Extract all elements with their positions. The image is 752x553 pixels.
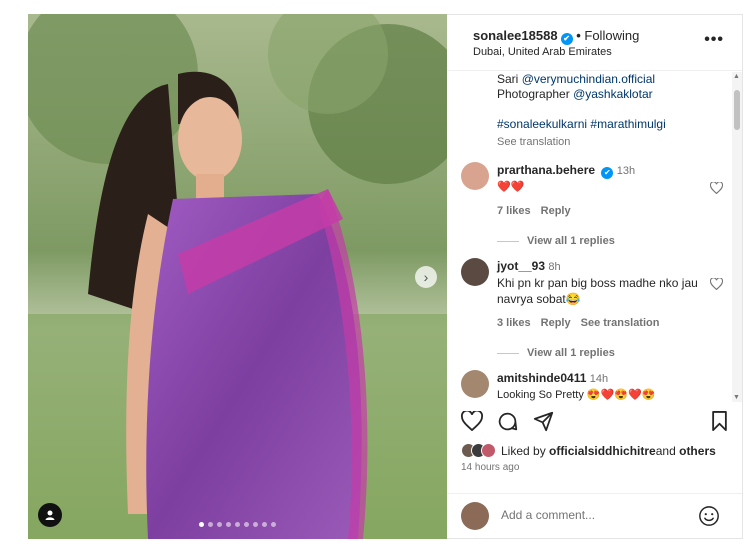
caption-text: Photographer bbox=[497, 87, 574, 101]
post-timestamp[interactable]: 14 hours ago bbox=[461, 462, 519, 473]
comment-username[interactable]: amitshinde0411 bbox=[497, 371, 586, 385]
view-replies-label: View all 1 replies bbox=[527, 235, 615, 247]
emoji-picker-icon[interactable] bbox=[698, 505, 720, 527]
verified-badge-icon: ✔ bbox=[560, 33, 573, 45]
comment-avatar[interactable] bbox=[461, 162, 489, 190]
liked-by-user-link[interactable]: officialsiddhichitre bbox=[549, 444, 656, 458]
comments-scrollbar[interactable]: ▲ ▼ bbox=[732, 72, 742, 402]
liked-by-avatars[interactable] bbox=[461, 443, 496, 458]
comment-item: jyot__93 8h Khi pn kr pan big boss madhe… bbox=[461, 258, 723, 359]
header-separator: • bbox=[576, 28, 581, 43]
comments-list: Sari @verymuchindian.official Photograph… bbox=[447, 72, 742, 402]
current-user-avatar bbox=[461, 502, 489, 530]
liked-by-text: Liked by bbox=[501, 443, 546, 458]
liked-by-others-link[interactable]: others bbox=[679, 444, 716, 458]
like-heart-icon[interactable] bbox=[461, 411, 483, 431]
caption-mention-link[interactable]: @verymuchindian.official bbox=[522, 72, 655, 86]
post-header: sonalee18588 ✔ • Following Dubai, United … bbox=[447, 15, 742, 71]
post-actions bbox=[461, 411, 728, 437]
comment-text: Looking So Pretty 😍❤️😍❤️😍 bbox=[497, 389, 656, 401]
share-send-icon[interactable] bbox=[533, 411, 554, 432]
comment-item: prarthana.behere ✔ 13h ❤️❤️ 7 likes Reply… bbox=[461, 162, 723, 247]
comment-time[interactable]: 14h bbox=[590, 373, 608, 385]
carousel-dot bbox=[235, 522, 240, 527]
carousel-dot bbox=[208, 522, 213, 527]
comment-time[interactable]: 8h bbox=[548, 261, 560, 273]
comment-see-translation[interactable]: See translation bbox=[581, 317, 660, 329]
next-image-button[interactable]: › bbox=[415, 266, 437, 288]
comment-text: Khi pn kr pan big boss madhe nko jau nav… bbox=[497, 276, 698, 306]
comment-likes[interactable]: 7 likes bbox=[497, 205, 531, 217]
carousel-dot bbox=[199, 522, 204, 527]
hashtag-link[interactable]: #marathimulgi bbox=[590, 117, 665, 131]
scrollbar-thumb[interactable] bbox=[734, 90, 740, 130]
comment-username[interactable]: prarthana.behere bbox=[497, 163, 595, 177]
liked-by: Liked by officialsiddhichitre and others bbox=[461, 443, 732, 458]
comment-likes[interactable]: 3 likes bbox=[497, 317, 531, 329]
scroll-up-icon[interactable]: ▲ bbox=[733, 73, 740, 80]
save-bookmark-icon[interactable] bbox=[711, 411, 728, 431]
add-comment-bar bbox=[447, 493, 742, 540]
comment-bubble-icon[interactable] bbox=[497, 411, 518, 432]
comment-avatar[interactable] bbox=[461, 258, 489, 286]
hashtag-link[interactable]: #sonaleekulkarni bbox=[497, 117, 587, 131]
view-replies-label: View all 1 replies bbox=[527, 347, 615, 359]
caption-mention-link[interactable]: @yashkaklotar bbox=[573, 87, 653, 101]
carousel-dot bbox=[262, 522, 267, 527]
liked-by-text: and bbox=[655, 443, 676, 458]
author-username[interactable]: sonalee18588 bbox=[473, 28, 558, 43]
caption-text: Sari bbox=[497, 72, 522, 86]
view-replies-button[interactable]: View all 1 replies bbox=[497, 347, 723, 359]
carousel-indicator bbox=[28, 522, 447, 527]
comment-username[interactable]: jyot__93 bbox=[497, 259, 545, 273]
carousel-dot bbox=[271, 522, 276, 527]
carousel-dot bbox=[217, 522, 222, 527]
user-icon bbox=[45, 510, 55, 520]
post-details-panel: sonalee18588 ✔ • Following Dubai, United … bbox=[447, 14, 743, 539]
carousel-dot bbox=[253, 522, 258, 527]
carousel-dot bbox=[226, 522, 231, 527]
comment-item: amitshinde0411 14h Looking So Pretty 😍❤️… bbox=[461, 370, 723, 402]
comment-reply-button[interactable]: Reply bbox=[541, 205, 571, 217]
post-image[interactable]: › bbox=[28, 14, 447, 539]
view-replies-button[interactable]: View all 1 replies bbox=[497, 235, 723, 247]
comment-time[interactable]: 13h bbox=[617, 165, 635, 177]
comment-like-heart-icon[interactable] bbox=[710, 182, 723, 194]
comment-like-heart-icon[interactable] bbox=[710, 278, 723, 290]
post-location[interactable]: Dubai, United Arab Emirates bbox=[473, 46, 612, 58]
post-caption: Sari @verymuchindian.official Photograph… bbox=[497, 72, 717, 150]
post-photo bbox=[28, 14, 447, 539]
comment-avatar[interactable] bbox=[461, 370, 489, 398]
comment-reply-button[interactable]: Reply bbox=[541, 317, 571, 329]
following-button[interactable]: Following bbox=[584, 28, 639, 43]
comment-text: ❤️❤️ bbox=[497, 181, 525, 193]
carousel-dot bbox=[244, 522, 249, 527]
caption-see-translation[interactable]: See translation bbox=[497, 135, 717, 150]
verified-badge-icon: ✔ bbox=[601, 167, 614, 179]
scroll-down-icon[interactable]: ▼ bbox=[733, 394, 740, 401]
comment-input[interactable] bbox=[501, 504, 681, 526]
more-options-button[interactable]: ••• bbox=[704, 31, 724, 49]
